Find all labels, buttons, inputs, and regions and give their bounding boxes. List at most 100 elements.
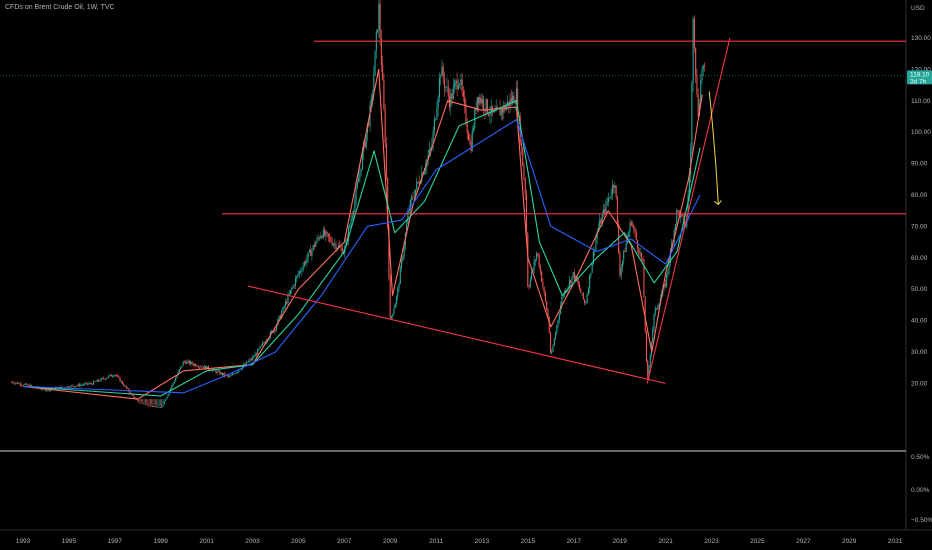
candle-body [621, 260, 624, 268]
candle-body [258, 348, 260, 350]
candle-body [606, 201, 608, 203]
candle-body [645, 330, 647, 361]
candle-body [595, 237, 597, 250]
candle-body [541, 271, 543, 282]
candle-body [236, 371, 239, 373]
candle-body [696, 74, 698, 95]
candle-body [292, 285, 294, 289]
price-tick-label: 80.00 [911, 192, 928, 199]
candle-body [383, 79, 385, 109]
candle-body [445, 86, 447, 88]
candle-body [385, 143, 387, 178]
candle-body [163, 401, 165, 405]
candle-body [182, 361, 184, 366]
candle-body [140, 403, 143, 404]
candle-body [252, 357, 254, 360]
candle-body [623, 250, 625, 261]
candle-body [398, 284, 400, 289]
candle-body [639, 252, 641, 254]
price-tick-label: 90.00 [911, 161, 928, 168]
candle-body [146, 404, 148, 405]
candle-body [106, 377, 109, 379]
candle-body [233, 373, 235, 375]
candle-body [19, 383, 21, 386]
candle-body [529, 279, 531, 288]
candle-body [682, 214, 684, 217]
candle-body [13, 382, 15, 384]
candle-body [67, 386, 69, 388]
price-tick-label: 50.00 [911, 286, 928, 293]
candle-body [324, 229, 326, 236]
candle-body [514, 103, 516, 104]
candle-body [350, 218, 352, 225]
candle-body [359, 171, 361, 179]
candle-body [609, 197, 611, 199]
candle-body [413, 196, 415, 198]
candle-body [446, 86, 448, 88]
candle-body [654, 308, 656, 314]
candle-body [467, 132, 470, 141]
time-axis[interactable]: 1993 1995 1997 1999 2001 2003 2005 2007 2009 2011… [16, 538, 903, 545]
moving-averages[interactable] [22, 68, 703, 400]
candle-body [181, 365, 183, 367]
drawing-tools[interactable] [222, 37, 906, 384]
time-tick-label: 2015 [521, 538, 536, 545]
candle-body [638, 248, 640, 254]
candle-body [10, 381, 13, 383]
candle-body [435, 118, 437, 120]
price-chart[interactable]: 130.00120.00110.00100.0090.0080.0070.006… [0, 0, 932, 550]
moving-average-line [22, 100, 701, 397]
candle-body [162, 404, 164, 407]
candle-body [433, 119, 435, 132]
candle-body [632, 225, 634, 226]
candle-body [81, 384, 83, 386]
candle-body [23, 384, 25, 386]
price-tick-label: 60.00 [911, 255, 928, 262]
candle-body [133, 395, 135, 399]
candle-body [173, 381, 175, 384]
candle-body [191, 361, 193, 365]
candle-body [392, 313, 394, 317]
candle-body [481, 99, 483, 104]
candle-body [384, 108, 386, 144]
candle-body [114, 374, 116, 376]
candle-body [200, 366, 202, 368]
candle-body [220, 372, 222, 375]
candle-body [111, 376, 114, 377]
symbol-title[interactable]: CFDs on Brent Crude Oil, 1W, TVC [5, 4, 115, 11]
candle-body [584, 299, 586, 304]
candle-body [288, 293, 290, 295]
time-tick-label: 2007 [337, 538, 352, 545]
price-axis[interactable]: 130.00120.00110.00100.0090.0080.0070.006… [911, 35, 931, 387]
candle-body [190, 361, 192, 365]
candle-body [219, 371, 221, 375]
candle-body [480, 97, 482, 104]
candle-body [231, 373, 233, 376]
candle-body [374, 50, 376, 76]
candle-body [442, 66, 444, 79]
candle-body [192, 364, 194, 366]
candle-body [278, 315, 280, 320]
indicator-axis[interactable]: 0.50% 0.00% −0.50% [911, 454, 932, 524]
candle-body [335, 243, 337, 250]
candle-body [109, 374, 111, 376]
candle-body [137, 399, 139, 402]
candle-body [91, 383, 93, 385]
candle-body [159, 407, 162, 409]
candle-body [578, 284, 581, 290]
candle-body [470, 141, 472, 151]
candle-body [653, 313, 655, 329]
candle-body [262, 342, 264, 345]
forecast-arrow [708, 91, 719, 205]
candle-body [122, 381, 124, 385]
candle-body [462, 91, 464, 97]
candle-body [230, 375, 232, 377]
candle-body [611, 185, 613, 195]
candle-body [100, 378, 102, 381]
candle-body [351, 215, 353, 219]
candle-body [591, 263, 593, 273]
candle-body [22, 385, 24, 386]
candle-body [546, 301, 548, 311]
candle-body [553, 338, 555, 346]
candle-body [533, 261, 535, 270]
